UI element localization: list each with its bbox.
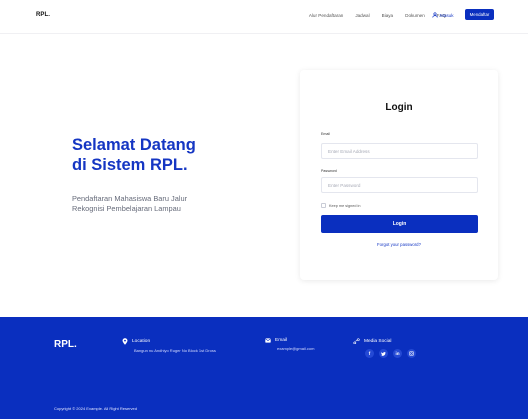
location-text: Bangun nu Andhiyo Ruger No Block 1st Dro… (134, 348, 216, 353)
footer-brand: RPL. (54, 339, 77, 350)
copyright-text: Copyright © 2024 Example. All Right Rese… (54, 406, 137, 411)
forgot-password-link[interactable]: Forgot your password? (300, 242, 498, 247)
nav-login-label: Masuk (440, 12, 454, 18)
instagram-glyph-icon (409, 351, 414, 356)
share-icon (353, 338, 360, 344)
top-navbar: RPL. Alur Pendaftaran Jadwal Biaya Dokum… (0, 0, 528, 34)
hero-subtitle-line2: Rekognisi Pembelajaran Lampau (72, 204, 181, 213)
nav-link-jadwal[interactable]: Jadwal (355, 13, 369, 18)
nav-link-alur-pendaftaran[interactable]: Alur Pendaftaran (309, 13, 343, 18)
user-icon (432, 12, 438, 18)
nav-link-dokumen[interactable]: Dokumen (405, 13, 425, 18)
hero-title-line1: Selamat Datang (72, 136, 196, 154)
remember-me[interactable]: Keep me signed in (321, 203, 360, 208)
footer-location: Location Bangun nu Andhiyo Ruger No Bloc… (122, 338, 216, 353)
location-title: Location (132, 339, 151, 344)
instagram-icon[interactable] (407, 349, 416, 358)
footer: RPL. Location Bangun nu Andhiyo Ruger No… (0, 317, 528, 419)
signup-button[interactable]: Mendaftar (465, 9, 494, 20)
password-label: Password (321, 169, 337, 173)
twitter-bird-icon (381, 351, 386, 356)
password-field[interactable] (321, 177, 478, 193)
footer-email: Email example@gmail.com (265, 338, 314, 351)
email-label: Email (321, 132, 330, 136)
social-icons: f in (353, 349, 416, 358)
mail-icon (265, 338, 271, 343)
login-card: Login Email Password Keep me signed in L… (300, 70, 498, 280)
remember-label: Keep me signed in (329, 203, 361, 208)
linkedin-icon[interactable]: in (393, 349, 402, 358)
facebook-icon[interactable]: f (365, 349, 374, 358)
twitter-icon[interactable] (379, 349, 388, 358)
email-title: Email (275, 338, 287, 343)
email-field[interactable] (321, 143, 478, 159)
hero-subtitle: Pendaftaran Mahasiswa Baru Jalur Rekogni… (72, 194, 242, 214)
hero-title-line2: di Sistem RPL. (72, 156, 188, 174)
email-text[interactable]: example@gmail.com (265, 346, 314, 351)
location-pin-icon (122, 338, 128, 345)
footer-social: Media Social f in (353, 338, 416, 358)
brand-logo[interactable]: RPL. (36, 12, 50, 18)
nav-links: Alur Pendaftaran Jadwal Biaya Dokumen FA… (297, 13, 446, 18)
nav-link-biaya[interactable]: Biaya (382, 13, 394, 18)
hero-subtitle-line1: Pendaftaran Mahasiswa Baru Jalur (72, 194, 188, 203)
login-title: Login (385, 102, 413, 113)
remember-checkbox[interactable] (321, 203, 326, 208)
nav-login-link[interactable]: Masuk (432, 12, 454, 18)
hero-title: Selamat Datang di Sistem RPL. (72, 135, 272, 175)
social-title: Media Social (364, 338, 392, 344)
login-button[interactable]: Login (321, 215, 478, 233)
